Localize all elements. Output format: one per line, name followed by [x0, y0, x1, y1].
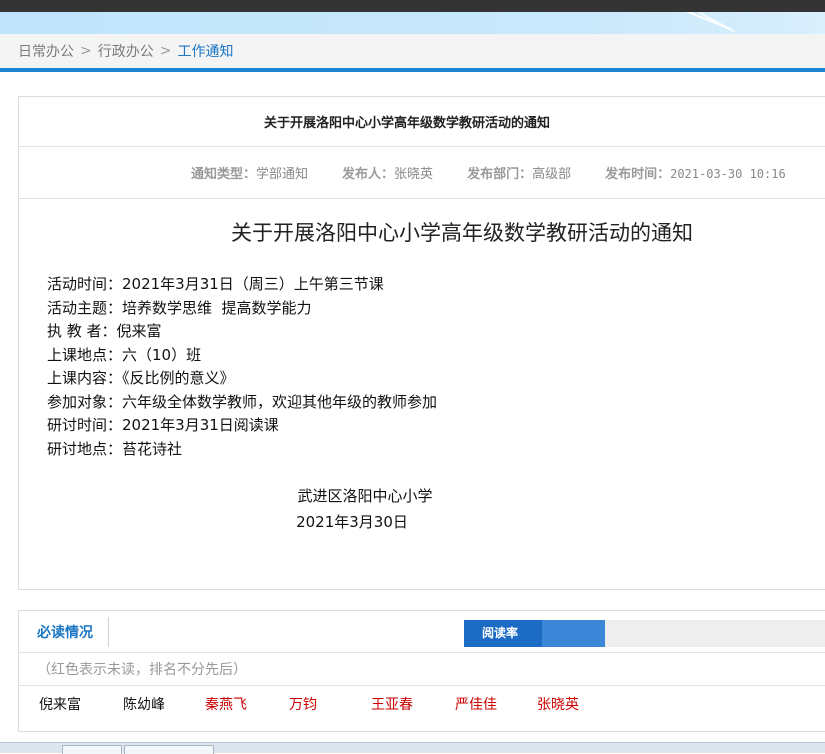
reader-list: 倪来富 陈幼峰 秦燕飞 万钧 王亚春 严佳佳 张晓英 [19, 686, 825, 722]
reading-status-header: 必读情况 阅读率 [19, 611, 825, 653]
header-banner [0, 12, 825, 34]
notice-header-row: 关于开展洛阳中心小学高年级数学教研活动的通知 [19, 97, 825, 147]
notice-line: 上课内容：《反比例的意义》 [47, 369, 235, 387]
notice-line: 执 教 者：倪来富 [47, 322, 162, 340]
notice-line: 活动主题：培养数学思维 提高数学能力 [47, 298, 312, 317]
window-top-bar [0, 0, 825, 12]
meta-type-value: 学部通知 [256, 167, 309, 182]
reader-name: 倪来富 [39, 697, 81, 713]
read-rate-bar: 阅读率 [464, 620, 825, 647]
meta-publisher: 发布人：张晓英 [342, 163, 433, 182]
reading-status-panel: 必读情况 阅读率 （红色表示未读，排名不分先后） 倪来富 陈幼峰 秦燕飞 万钧 王亚春 严… [18, 610, 825, 732]
notice-date: 2021年3月30日 [296, 513, 408, 531]
notice-line: 研讨时间：2021年3月31日阅读课 [47, 416, 279, 434]
notice-meta-row: 通知类型：学部通知 发布人：张晓英 发布部门：高级部 发布时间：2021-03-… [19, 147, 825, 199]
meta-time-label: 发布时间： [605, 167, 671, 182]
breadcrumb: 日常办公 > 行政办公 > 工作通知 [0, 34, 825, 72]
notice-line: 研讨地点：苔花诗社 [47, 439, 183, 458]
breadcrumb-separator: > [159, 43, 172, 59]
notice-line: 活动时间：2021年3月31日（周三）上午第三节课 [47, 275, 384, 293]
meta-dept-value: 高级部 [532, 167, 572, 182]
bottom-taskbar [0, 742, 825, 754]
notice-body-title: 关于开展洛阳中心小学高年级数学教研活动的通知 [231, 221, 693, 245]
reader-name: 秦燕飞 [205, 697, 247, 713]
meta-time-value: 2021-03-30 10:16 [670, 167, 786, 181]
reader-name: 陈幼峰 [123, 697, 165, 713]
meta-publisher-label: 发布人： [342, 167, 395, 182]
read-rate-label: 阅读率 [482, 626, 519, 640]
meta-dept: 发布部门：高级部 [467, 163, 571, 182]
breadcrumb-separator: > [80, 43, 92, 59]
reader-name: 王亚春 [371, 697, 413, 713]
reader-name: 万钧 [289, 697, 317, 713]
notice-header-title: 关于开展洛阳中心小学高年级数学教研活动的通知 [264, 116, 551, 131]
notice-body: 活动时间：2021年3月31日（周三）上午第三节课 活动主题：培养数学思维 提高… [47, 273, 437, 461]
reading-note: （红色表示未读，排名不分先后） [19, 653, 825, 686]
banner-decoration [699, 12, 736, 33]
reader-name: 张晓英 [537, 697, 579, 713]
breadcrumb-item-work-notice[interactable]: 工作通知 [177, 41, 233, 61]
breadcrumb-item-daily-office[interactable]: 日常办公 [18, 41, 74, 61]
breadcrumb-item-admin-office[interactable]: 行政办公 [98, 41, 154, 61]
meta-type: 通知类型：学部通知 [191, 163, 308, 182]
tab-required-reading[interactable]: 必读情况 [19, 617, 109, 647]
notice-signature: 武进区洛阳中心小学 [297, 487, 433, 505]
meta-type-label: 通知类型： [191, 167, 257, 182]
meta-publisher-value: 张晓英 [394, 167, 434, 182]
notice-card: 关于开展洛阳中心小学高年级数学教研活动的通知 通知类型：学部通知 发布人：张晓英… [18, 96, 825, 590]
meta-time: 发布时间：2021-03-30 10:16 [605, 163, 786, 182]
notice-line: 上课地点：六（10）班 [47, 345, 202, 364]
meta-dept-label: 发布部门： [467, 167, 533, 182]
notice-line: 参加对象：六年级全体数学教师，欢迎其他年级的教师参加 [47, 392, 438, 411]
reader-name: 严佳佳 [455, 697, 497, 713]
